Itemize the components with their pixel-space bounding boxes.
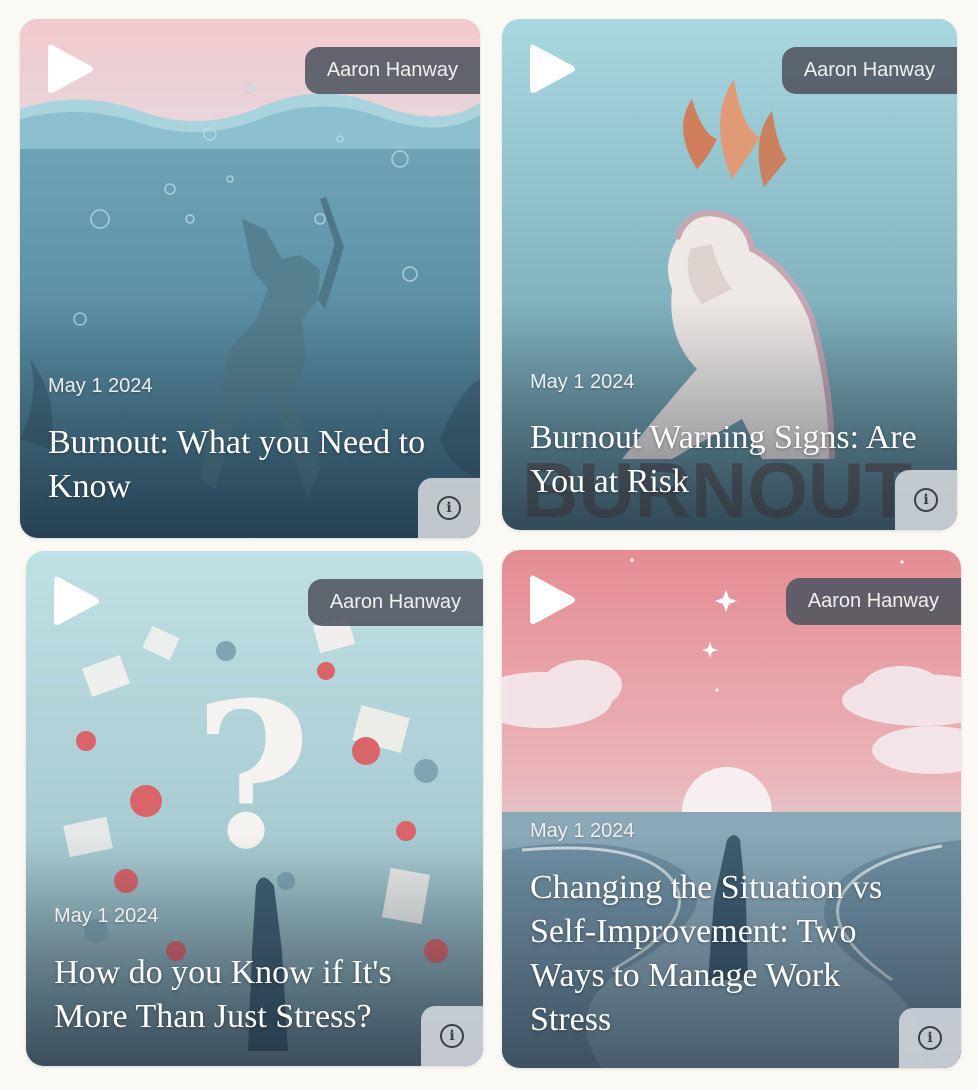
author-badge[interactable]: Aaron Hanway <box>304 47 480 94</box>
publish-date: May 1 2024 <box>54 905 159 927</box>
article-title[interactable]: Changing the Situation vs Self-Improveme… <box>530 866 921 1042</box>
play-icon[interactable] <box>528 41 578 97</box>
info-button[interactable]: i <box>899 1008 961 1068</box>
article-title[interactable]: Burnout: What you Need to Know <box>48 421 440 509</box>
publish-date: May 1 2024 <box>530 820 635 842</box>
info-button[interactable]: i <box>421 1006 483 1066</box>
author-badge[interactable]: Aaron Hanway <box>307 579 483 626</box>
info-button[interactable]: i <box>418 478 480 538</box>
play-icon[interactable] <box>52 573 102 629</box>
author-badge[interactable]: Aaron Hanway <box>785 578 961 625</box>
author-badge[interactable]: Aaron Hanway <box>781 47 957 94</box>
article-card-burnout-what-you-need[interactable]: Aaron Hanway May 1 2024 Burnout: What yo… <box>20 19 480 538</box>
publish-date: May 1 2024 <box>48 375 153 397</box>
info-button[interactable]: i <box>895 470 957 530</box>
article-title[interactable]: Burnout Warning Signs: Are You at Risk <box>530 416 917 504</box>
info-icon: i <box>918 1026 942 1050</box>
article-card-changing-the-situation[interactable]: Aaron Hanway May 1 2024 Changing the Sit… <box>502 550 961 1068</box>
article-title[interactable]: How do you Know if It's More Than Just S… <box>54 951 443 1039</box>
publish-date: May 1 2024 <box>530 371 635 393</box>
article-card-more-than-stress[interactable]: ? Aaron Hanway May 1 2024 How do you Kno… <box>26 551 483 1066</box>
info-icon: i <box>914 488 938 512</box>
article-card-burnout-warning-signs[interactable]: BURNOUT Aaron Hanway May 1 2024 Burnout … <box>502 19 957 530</box>
info-icon: i <box>440 1024 464 1048</box>
play-icon[interactable] <box>528 572 578 628</box>
play-icon[interactable] <box>46 41 96 97</box>
info-icon: i <box>437 496 461 520</box>
